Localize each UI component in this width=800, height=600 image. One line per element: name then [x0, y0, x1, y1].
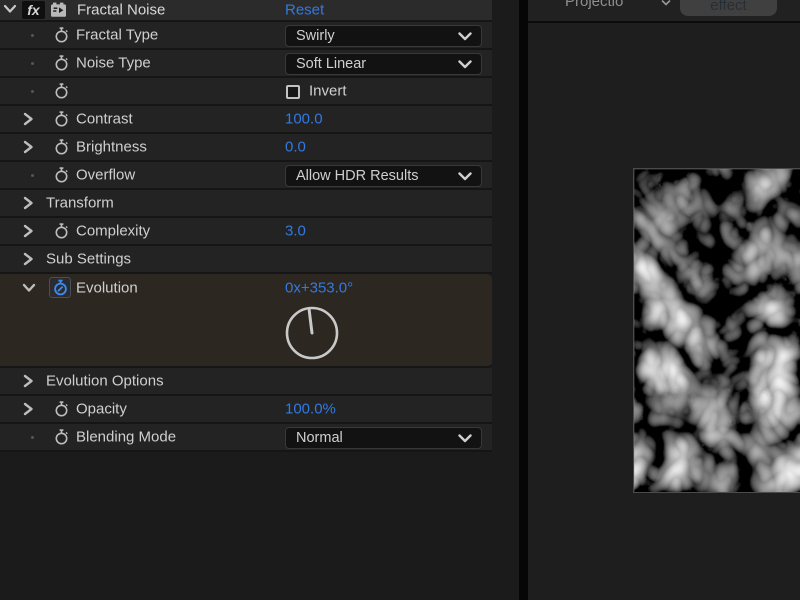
overflow-dropdown[interactable]: Allow HDR Results [285, 165, 482, 187]
chevron-down-icon [458, 32, 472, 41]
property-label: Brightness [76, 139, 147, 156]
property-rows: fx Fractal Noise Reset Fractal Type [0, 0, 492, 452]
dropdown-value: Allow HDR Results [286, 168, 458, 184]
property-value[interactable]: 0.0 [285, 139, 306, 156]
group-label: Evolution Options [46, 373, 164, 390]
stopwatch-icon[interactable] [53, 55, 70, 72]
fx-badge[interactable]: fx [22, 1, 45, 19]
viewer-panel: Projectio effect [528, 0, 800, 600]
property-value[interactable]: 100.0 [285, 111, 323, 128]
reset-link[interactable]: Reset [285, 2, 324, 19]
property-row-blending-mode: Blending Mode Normal [0, 424, 492, 452]
property-label: Overflow [76, 167, 135, 184]
property-value[interactable]: 100.0% [285, 401, 336, 418]
evolution-label-row: Evolution 0x+353.0° [0, 274, 492, 302]
checkbox-label: Invert [309, 83, 347, 100]
effect-icon [50, 2, 67, 18]
property-row-fractal-type: Fractal Type Swirly [0, 22, 492, 50]
group-row-evolution-options[interactable]: Evolution Options [0, 368, 492, 396]
property-label: Blending Mode [76, 429, 176, 446]
angle-dial-needle[interactable] [309, 310, 312, 333]
property-row-noise-type: Noise Type Soft Linear [0, 50, 492, 78]
group-row-sub-settings[interactable]: Sub Settings [0, 246, 492, 274]
property-row-invert: Invert [0, 78, 492, 106]
evolution-value[interactable]: 0x+353.0° [285, 280, 353, 297]
chevron-right-icon[interactable] [22, 112, 35, 126]
row-dot [31, 90, 34, 93]
panel-divider[interactable] [519, 0, 528, 600]
stopwatch-icon[interactable] [53, 401, 70, 418]
fractal-noise-preview [633, 168, 800, 493]
chevron-right-icon[interactable] [22, 224, 35, 238]
dropdown-value: Normal [286, 430, 458, 446]
effect-header-row: fx Fractal Noise Reset [0, 0, 492, 22]
property-row-contrast: Contrast 100.0 [0, 106, 492, 134]
chevron-down-icon [458, 60, 472, 69]
chevron-down-icon [458, 172, 472, 181]
row-dot [31, 436, 34, 439]
chevron-down-icon[interactable] [3, 2, 17, 16]
row-dot [31, 62, 34, 65]
property-value[interactable]: 3.0 [285, 223, 306, 240]
property-label: Evolution [76, 280, 138, 297]
dropdown-value: Swirly [286, 28, 458, 44]
property-label: Fractal Type [76, 27, 158, 44]
stopwatch-icon[interactable] [53, 139, 70, 156]
property-label: Contrast [76, 111, 133, 128]
chevron-right-icon[interactable] [22, 252, 35, 266]
property-row-evolution: Evolution 0x+353.0° [0, 274, 492, 368]
effect-button[interactable]: effect [680, 0, 777, 16]
panel-tab[interactable]: Projectio [565, 0, 623, 10]
group-label: Sub Settings [46, 251, 131, 268]
chevron-down-icon[interactable] [22, 281, 36, 295]
stopwatch-icon[interactable] [53, 429, 70, 446]
stopwatch-icon[interactable] [53, 27, 70, 44]
property-label: Opacity [76, 401, 127, 418]
stopwatch-icon[interactable] [53, 83, 70, 100]
stopwatch-icon[interactable] [53, 111, 70, 128]
chevron-right-icon[interactable] [22, 140, 35, 154]
property-row-overflow: Overflow Allow HDR Results [0, 162, 492, 190]
stopwatch-icon[interactable] [53, 167, 70, 184]
group-label: Transform [46, 195, 114, 212]
effect-controls-panel: fx Fractal Noise Reset Fractal Type [0, 0, 519, 600]
stopwatch-active-box[interactable] [49, 277, 71, 298]
invert-checkbox[interactable] [286, 85, 300, 99]
blending-mode-dropdown[interactable]: Normal [285, 427, 482, 449]
stopwatch-icon[interactable] [53, 223, 70, 240]
property-label: Noise Type [76, 55, 151, 72]
stopwatch-active-icon[interactable] [52, 279, 69, 296]
chevron-right-icon[interactable] [22, 402, 35, 416]
chevron-right-icon[interactable] [22, 374, 35, 388]
noise-type-dropdown[interactable]: Soft Linear [285, 53, 482, 75]
chevron-down-icon [458, 434, 472, 443]
effect-title: Fractal Noise [77, 2, 165, 19]
row-dot [31, 174, 34, 177]
group-row-transform[interactable]: Transform [0, 190, 492, 218]
property-row-brightness: Brightness 0.0 [0, 134, 492, 162]
row-dot [31, 34, 34, 37]
caret-icon [661, 0, 671, 6]
angle-dial[interactable] [284, 305, 340, 361]
fractal-type-dropdown[interactable]: Swirly [285, 25, 482, 47]
property-row-opacity: Opacity 100.0% [0, 396, 492, 424]
property-row-complexity: Complexity 3.0 [0, 218, 492, 246]
app-window: fx Fractal Noise Reset Fractal Type [0, 0, 800, 600]
dropdown-value: Soft Linear [286, 56, 458, 72]
property-label: Complexity [76, 223, 150, 240]
viewer-topbar: Projectio effect [528, 0, 800, 23]
chevron-right-icon[interactable] [22, 196, 35, 210]
